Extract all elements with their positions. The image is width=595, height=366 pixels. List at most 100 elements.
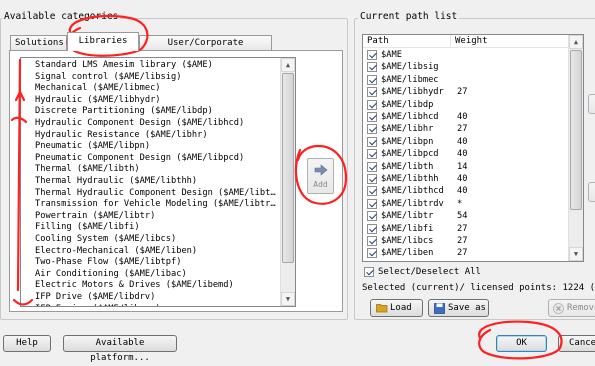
path-enabled-checkbox[interactable] <box>367 211 377 222</box>
category-item[interactable]: Thermal ($AME/libth) <box>35 164 140 176</box>
category-list-scrollbar[interactable]: ▲ ▼ <box>280 58 295 306</box>
category-item[interactable]: Electric Motors & Drives ($AME/libemd) <box>35 280 234 292</box>
add-button[interactable]: Add <box>307 158 334 194</box>
ok-button-label: OK <box>516 338 527 348</box>
load-button[interactable]: Load <box>370 299 423 317</box>
path-row[interactable]: $AME/libthh 40 <box>363 173 573 185</box>
category-item[interactable]: Pneumatic Component Design ($AME/libpcd) <box>35 153 244 165</box>
tab-solutions[interactable]: Solutions <box>10 35 67 51</box>
path-row[interactable]: $AME/libhcd 40 <box>363 111 573 123</box>
scroll-down-arrow-icon[interactable]: ▼ <box>281 292 295 306</box>
path-list-table[interactable]: Path Weight $AME $AME/libsig $AME/libmec $A… <box>362 34 584 262</box>
available-categories-title: Available categories <box>2 11 121 22</box>
path-row[interactable]: $AME/libtr 54 <box>363 210 573 222</box>
weight-cell: 27 <box>457 223 468 234</box>
path-row[interactable]: $AME/libtrdv * <box>363 198 573 210</box>
path-enabled-checkbox[interactable] <box>367 87 377 98</box>
move-up-button[interactable] <box>588 94 595 114</box>
path-row[interactable]: $AME/libdp <box>363 99 573 111</box>
path-cell: $AME/liben <box>381 248 434 259</box>
path-cell: $AME/libhcd <box>381 112 439 122</box>
category-item[interactable]: Cooling System ($AME/libcs) <box>35 234 176 246</box>
path-enabled-checkbox[interactable] <box>367 236 377 246</box>
path-cell: $AME/libcs <box>381 236 434 246</box>
path-row[interactable]: $AME/libhydr 27 <box>363 86 573 98</box>
path-cell: $AME/libmec <box>381 74 439 85</box>
path-list-scrollbar[interactable]: ▲ ▼ <box>568 35 583 261</box>
category-item[interactable]: Standard LMS Amesim library ($AME) <box>35 60 213 72</box>
arrow-right-icon <box>314 164 328 176</box>
cancel-button[interactable]: Cance <box>558 335 595 352</box>
path-row[interactable]: $AME/liben 27 <box>363 247 573 259</box>
available-platform-button[interactable]: Available platform... <box>63 335 177 363</box>
path-enabled-checkbox[interactable] <box>367 223 377 234</box>
path-enabled-checkbox[interactable] <box>367 198 377 209</box>
path-row[interactable]: $AME/libpn 40 <box>363 136 573 148</box>
path-enabled-checkbox[interactable] <box>367 136 377 147</box>
weight-cell: 27 <box>457 236 468 246</box>
category-item[interactable]: Discrete Partitioning ($AME/libdp) <box>35 106 213 118</box>
move-down-button[interactable] <box>588 182 595 202</box>
path-enabled-checkbox[interactable] <box>367 50 377 60</box>
category-item[interactable]: IFP Drive ($AME/libdrv) <box>35 292 155 304</box>
column-header-weight[interactable]: Weight <box>451 35 569 48</box>
scroll-up-arrow-icon[interactable]: ▲ <box>281 58 295 72</box>
path-cell: $AME <box>381 50 402 60</box>
path-enabled-checkbox[interactable] <box>367 74 377 85</box>
category-item[interactable]: Powertrain ($AME/libtr) <box>35 211 155 223</box>
category-item[interactable]: Transmission for Vehicle Modeling ($AME/… <box>35 199 276 211</box>
path-enabled-checkbox[interactable] <box>367 248 377 259</box>
path-list-scroll-thumb[interactable] <box>570 50 582 210</box>
category-item[interactable]: Signal control ($AME/libsig) <box>35 72 181 84</box>
category-item[interactable]: Air Conditioning ($AME/libac) <box>35 269 187 281</box>
path-enabled-checkbox[interactable] <box>367 161 377 172</box>
scroll-up-arrow-icon[interactable]: ▲ <box>569 35 583 49</box>
category-item[interactable]: Filling ($AME/libfi) <box>35 222 140 234</box>
path-row[interactable]: $AME/libthcd 40 <box>363 185 573 197</box>
path-enabled-checkbox[interactable] <box>367 149 377 160</box>
path-enabled-checkbox[interactable] <box>367 124 377 135</box>
path-row[interactable]: $AME <box>363 49 573 61</box>
category-item[interactable]: Mechanical ($AME/libmec) <box>35 83 161 95</box>
select-all-label: Select/Deselect All <box>378 267 481 277</box>
path-enabled-checkbox[interactable] <box>367 186 377 197</box>
category-item[interactable]: Pneumatic ($AME/libpn) <box>35 141 150 153</box>
path-enabled-checkbox[interactable] <box>367 99 377 110</box>
category-item[interactable]: IFP Engine ($AME/libeng) <box>35 304 161 306</box>
path-row[interactable]: $AME/libhr 27 <box>363 123 573 135</box>
folder-icon <box>376 304 388 313</box>
tab-libraries[interactable]: Libraries <box>67 32 139 51</box>
category-item[interactable]: Hydraulic ($AME/libhydr) <box>35 95 161 107</box>
path-enabled-checkbox[interactable] <box>367 112 377 122</box>
path-row[interactable]: $AME/libsig <box>363 61 573 73</box>
category-item[interactable]: Electro-Mechanical ($AME/liben) <box>35 246 197 258</box>
category-list-scroll-thumb[interactable] <box>282 73 294 263</box>
category-item[interactable]: Hydraulic Resistance ($AME/libhr) <box>35 130 208 142</box>
select-all-checkbox[interactable] <box>364 267 374 277</box>
weight-cell: 40 <box>457 149 468 160</box>
category-item[interactable]: Thermal Hydraulic Component Design ($AME… <box>35 188 276 200</box>
path-row[interactable]: $AME/libfi 27 <box>363 223 573 235</box>
category-item[interactable]: Two-Phase Flow ($AME/libtpf) <box>35 257 181 269</box>
path-enabled-checkbox[interactable] <box>367 62 377 73</box>
path-row[interactable]: $AME/libmec <box>363 74 573 86</box>
save-as-button[interactable]: Save as <box>428 299 489 317</box>
category-list[interactable]: Standard LMS Amesim library ($AME) Signal… <box>20 57 296 307</box>
category-item[interactable]: Thermal Hydraulic ($AME/libthh) <box>35 176 197 188</box>
path-row[interactable]: $AME/libpcd 40 <box>363 148 573 160</box>
tab-user-corporate-libraries[interactable]: User/Corporate libraries <box>139 35 272 62</box>
path-cell: $AME/libth <box>381 161 434 172</box>
path-row[interactable]: $AME/libth 14 <box>363 161 573 173</box>
weight-cell: 27 <box>457 87 468 98</box>
category-item[interactable]: Hydraulic Component Design ($AME/libhcd) <box>35 118 244 130</box>
path-cell: $AME/libtr <box>381 211 434 222</box>
remove-button[interactable]: Remove <box>548 299 595 317</box>
ok-button[interactable]: OK <box>496 335 547 352</box>
column-header-path[interactable]: Path <box>363 35 451 48</box>
path-enabled-checkbox[interactable] <box>367 174 377 184</box>
help-button[interactable]: Help <box>3 335 51 352</box>
weight-cell: * <box>457 198 463 209</box>
weight-cell: 27 <box>457 124 468 135</box>
scroll-down-arrow-icon[interactable]: ▼ <box>569 247 583 261</box>
path-row[interactable]: $AME/libcs 27 <box>363 235 573 247</box>
